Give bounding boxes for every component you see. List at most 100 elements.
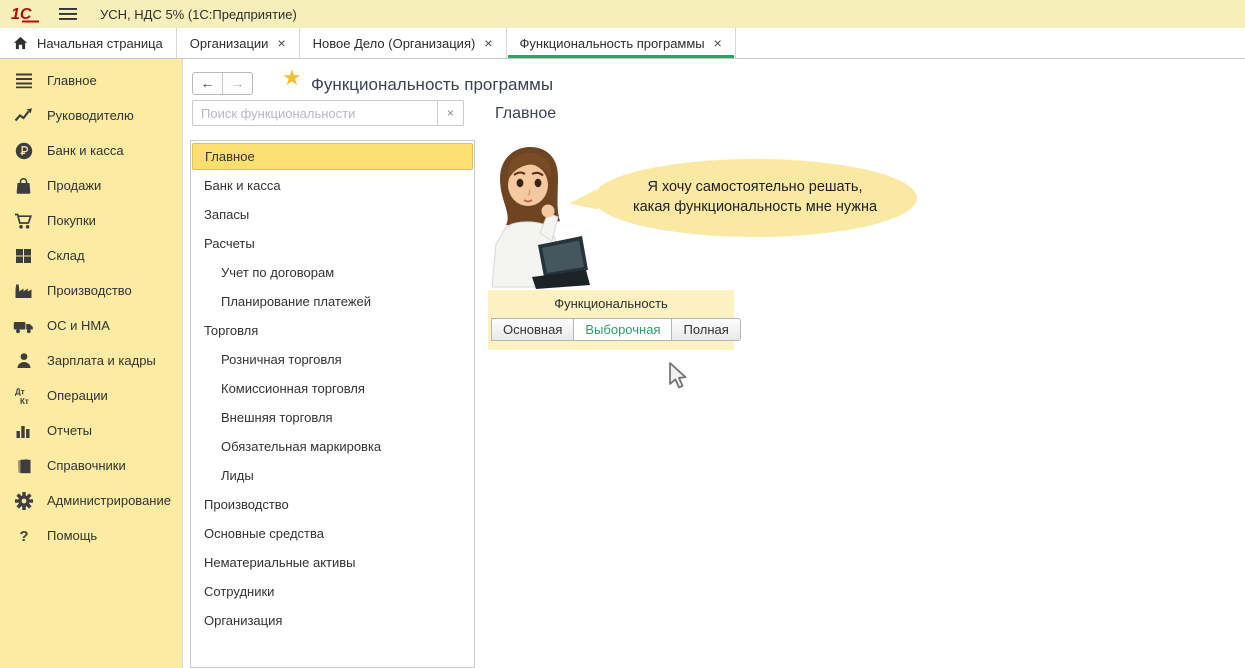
sidebar-item-label: Руководителю	[47, 108, 134, 123]
tab[interactable]: Новое Дело (Организация) ×	[300, 28, 507, 58]
category-label: Внешняя торговля	[221, 410, 333, 425]
window-title: УСН, НДС 5% (1С:Предприятие)	[100, 7, 297, 22]
functionality-category-list: Главное Банк и касса Запасы Расчеты Учет…	[190, 140, 475, 668]
category-label: Основные средства	[204, 526, 324, 541]
sidebar-item-label: Банк и касса	[47, 143, 124, 158]
svg-text:Кт: Кт	[20, 397, 29, 406]
category-item[interactable]: Главное	[192, 143, 473, 170]
tab[interactable]: Начальная страница	[0, 28, 177, 58]
sidebar-item-label: Справочники	[47, 458, 126, 473]
dtkt-icon: ДтКт	[13, 386, 34, 406]
sidebar-item[interactable]: ОС и НМА	[0, 308, 182, 343]
chart-icon	[13, 421, 34, 441]
category-item[interactable]: Основные средства	[191, 519, 474, 548]
functionality-panel: Функциональность ОсновнаяВыборочнаяПолна…	[488, 290, 734, 350]
search-input[interactable]	[193, 101, 437, 125]
category-item[interactable]: Лиды	[191, 461, 474, 490]
page-title: Функциональность программы	[311, 75, 553, 95]
search-box: ×	[192, 100, 464, 126]
back-button[interactable]: ←	[193, 73, 223, 94]
category-item[interactable]: Комиссионная торговля	[191, 374, 474, 403]
category-label: Планирование платежей	[221, 294, 371, 309]
svg-text:Дт: Дт	[15, 387, 25, 396]
category-item[interactable]: Сотрудники	[191, 577, 474, 606]
functionality-option-button[interactable]: Основная	[491, 318, 574, 341]
tab[interactable]: Организации ×	[177, 28, 300, 58]
tab-bar: Начальная страница Организации × Новое Д…	[0, 28, 1245, 59]
category-item[interactable]: Нематериальные активы	[191, 548, 474, 577]
1c-logo: 1С	[10, 4, 42, 24]
category-label: Организация	[204, 613, 282, 628]
category-item[interactable]: Торговля	[191, 316, 474, 345]
bubble-text-line1: Я хочу самостоятельно решать,	[647, 178, 862, 198]
tab-close-icon[interactable]: ×	[484, 36, 492, 50]
forward-button[interactable]: →	[223, 73, 252, 94]
person-icon	[13, 351, 34, 371]
sidebar-item[interactable]: Продажи	[0, 168, 182, 203]
sidebar-item[interactable]: ? Помощь	[0, 518, 182, 553]
sidebar-item[interactable]: Зарплата и кадры	[0, 343, 182, 378]
sidebar-item[interactable]: Склад	[0, 238, 182, 273]
functionality-option-button[interactable]: Полная	[671, 318, 740, 341]
category-item[interactable]: Производство	[191, 490, 474, 519]
books-icon	[13, 456, 34, 476]
category-label: Комиссионная торговля	[221, 381, 365, 396]
grid-icon	[13, 246, 34, 266]
tab-label: Новое Дело (Организация)	[313, 36, 476, 51]
sidebar: Главное Руководителю Банк и касса Продаж…	[0, 59, 183, 668]
assistant-avatar	[486, 143, 590, 292]
category-item[interactable]: Банк и касса	[191, 171, 474, 200]
sidebar-item-label: Главное	[47, 73, 97, 88]
category-label: Учет по договорам	[221, 265, 334, 280]
sidebar-item[interactable]: Руководителю	[0, 98, 182, 133]
menu-icon	[13, 71, 34, 91]
category-label: Обязательная маркировка	[221, 439, 381, 454]
category-label: Расчеты	[204, 236, 255, 251]
sidebar-item[interactable]: Главное	[0, 63, 182, 98]
clear-search-icon[interactable]: ×	[437, 101, 463, 125]
title-bar: 1С УСН, НДС 5% (1С:Предприятие)	[0, 0, 1245, 28]
tab-close-icon[interactable]: ×	[277, 36, 285, 50]
sidebar-item-label: Зарплата и кадры	[47, 353, 156, 368]
gear-icon	[13, 491, 34, 511]
sidebar-item-label: Операции	[47, 388, 108, 403]
sidebar-item[interactable]: Отчеты	[0, 413, 182, 448]
sidebar-item[interactable]: Производство	[0, 273, 182, 308]
section-heading: Главное	[495, 105, 556, 123]
sidebar-item[interactable]: Администрирование	[0, 483, 182, 518]
category-item[interactable]: Обязательная маркировка	[191, 432, 474, 461]
svg-text:1С: 1С	[11, 6, 32, 23]
tab-label: Функциональность программы	[520, 36, 705, 51]
category-item[interactable]: Розничная торговля	[191, 345, 474, 374]
tab[interactable]: Функциональность программы ×	[507, 28, 736, 58]
category-item[interactable]: Расчеты	[191, 229, 474, 258]
ruble-icon	[13, 141, 34, 161]
sidebar-item[interactable]: Банк и касса	[0, 133, 182, 168]
category-label: Главное	[205, 149, 255, 164]
tab-close-icon[interactable]: ×	[714, 36, 722, 50]
hamburger-icon[interactable]	[58, 7, 78, 21]
category-item[interactable]: Запасы	[191, 200, 474, 229]
tab-label: Организации	[190, 36, 269, 51]
sidebar-item[interactable]: Справочники	[0, 448, 182, 483]
category-label: Розничная торговля	[221, 352, 342, 367]
category-label: Запасы	[204, 207, 249, 222]
sidebar-item-label: Покупки	[47, 213, 96, 228]
sidebar-item-label: Администрирование	[47, 493, 171, 508]
sidebar-item-label: Склад	[47, 248, 85, 263]
favorite-star-icon[interactable]: ★	[282, 67, 302, 89]
category-label: Лиды	[221, 468, 254, 483]
sidebar-item[interactable]: Покупки	[0, 203, 182, 238]
category-label: Сотрудники	[204, 584, 274, 599]
svg-text:?: ?	[19, 528, 28, 544]
sidebar-item[interactable]: ДтКт Операции	[0, 378, 182, 413]
sidebar-item-label: Продажи	[47, 178, 101, 193]
category-item[interactable]: Внешняя торговля	[191, 403, 474, 432]
category-item[interactable]: Учет по договорам	[191, 258, 474, 287]
category-label: Нематериальные активы	[204, 555, 356, 570]
tab-label: Начальная страница	[37, 36, 163, 51]
category-item[interactable]: Планирование платежей	[191, 287, 474, 316]
functionality-option-button[interactable]: Выборочная	[573, 318, 672, 341]
bag-icon	[13, 176, 34, 196]
category-item[interactable]: Организация	[191, 606, 474, 635]
